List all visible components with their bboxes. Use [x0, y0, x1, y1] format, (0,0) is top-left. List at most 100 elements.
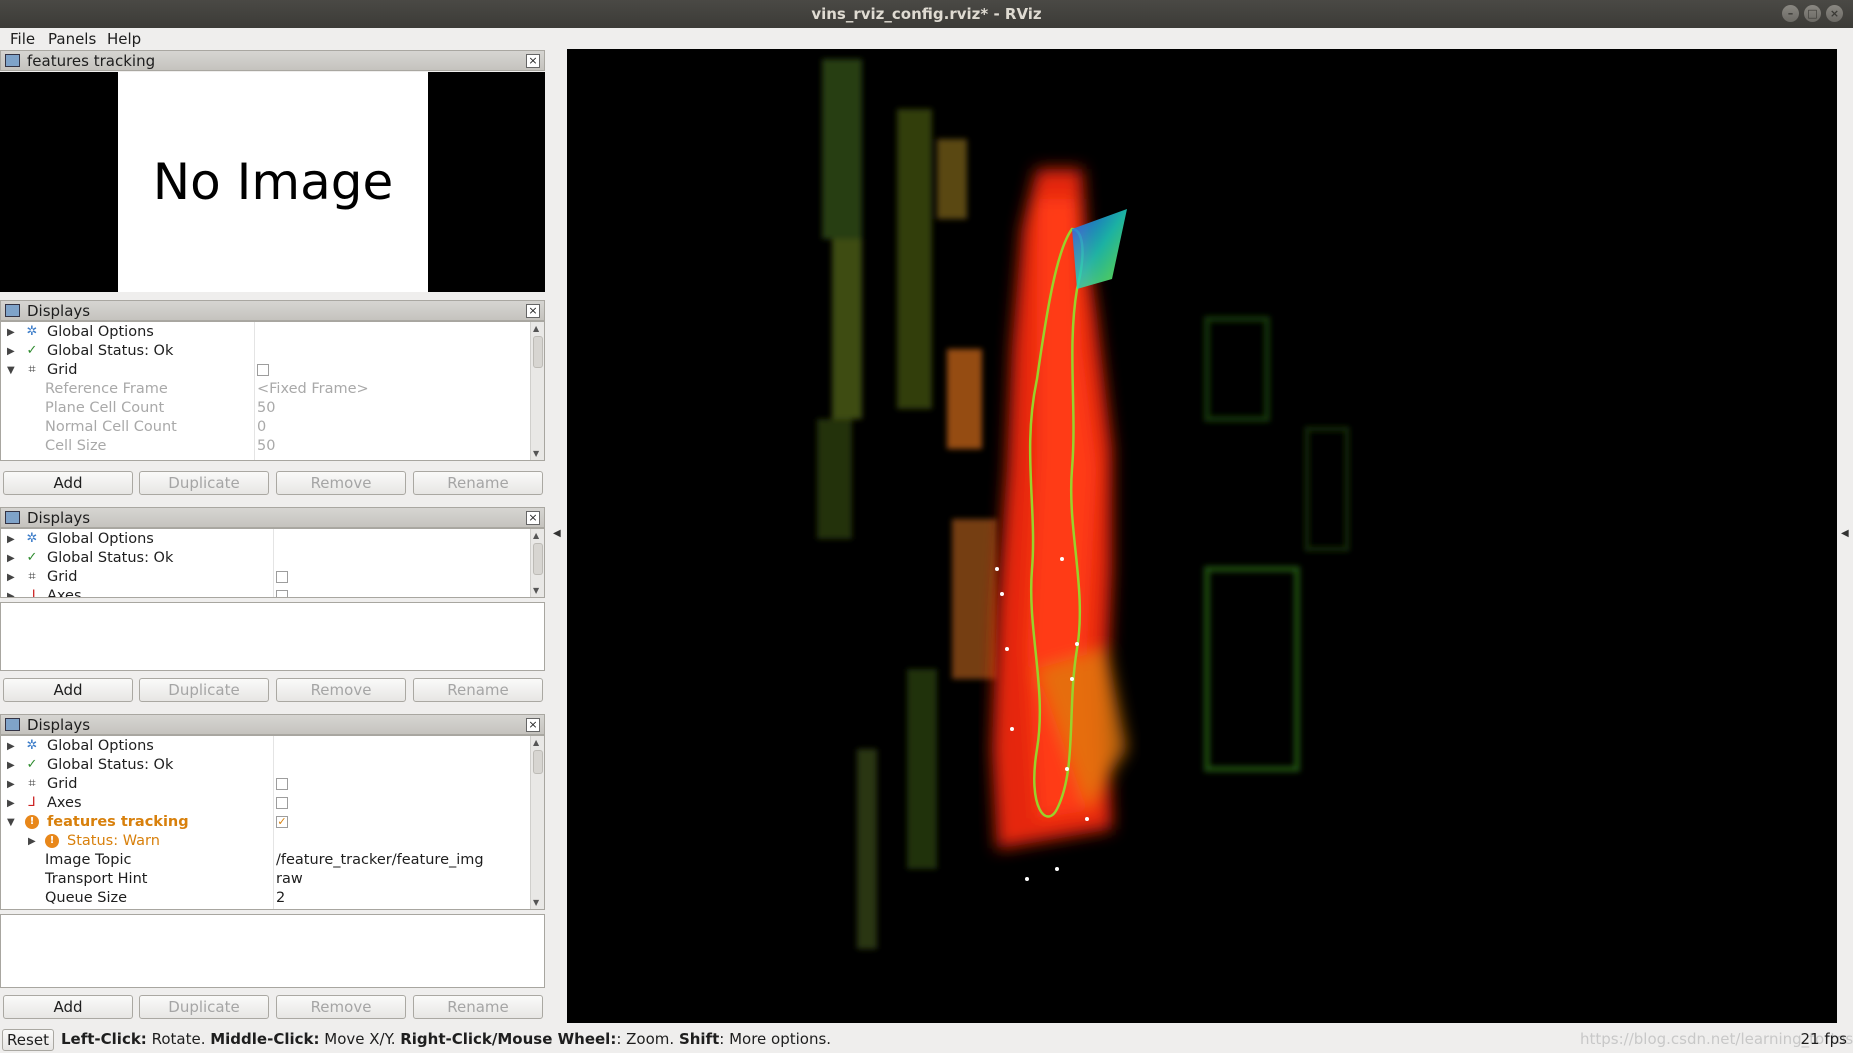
expand-arrow-icon[interactable]: ▶ [7, 530, 15, 549]
row-value[interactable]: /feature_tracker/feature_img [276, 851, 484, 870]
tree-row-axes[interactable]: ▶ ⅃ Axes [1, 587, 531, 598]
grid-enable-checkbox[interactable] [257, 364, 269, 376]
tree-scrollbar[interactable]: ▲ ▼ [530, 322, 544, 460]
displays-tree-1[interactable]: ▶ ✲ Global Options ▶ ✓ Global Status: Ok… [0, 321, 545, 461]
expand-arrow-icon[interactable]: ▶ [7, 756, 15, 775]
collapse-arrow-icon[interactable]: ▼ [7, 361, 15, 380]
expand-arrow-icon[interactable]: ▶ [7, 342, 15, 361]
displays-panel-2-titlebar[interactable]: Displays × [0, 507, 545, 528]
close-icon[interactable]: × [526, 54, 540, 68]
left-dock-collapse-handle[interactable]: ◀ [553, 528, 561, 539]
collapse-arrow-icon[interactable]: ▼ [7, 813, 15, 832]
tree-row-global-status[interactable]: ▶ ✓ Global Status: Ok [1, 756, 531, 775]
scroll-down-icon[interactable]: ▼ [533, 586, 539, 595]
tree-row-normal-cell-count[interactable]: Normal Cell Count 0 [1, 418, 531, 437]
close-icon[interactable]: × [526, 304, 540, 318]
tree-row-global-options[interactable]: ▶ ✲ Global Options [1, 737, 531, 756]
grid-enable-checkbox[interactable] [276, 571, 288, 583]
tree-row-cell-size[interactable]: Cell Size 50 [1, 437, 531, 456]
row-value[interactable]: 2 [276, 889, 285, 908]
expand-arrow-icon[interactable]: ▶ [7, 323, 15, 342]
duplicate-button[interactable]: Duplicate [139, 471, 269, 495]
tree-row-global-options[interactable]: ▶ ✲ Global Options [1, 323, 531, 342]
scroll-up-icon[interactable]: ▲ [533, 531, 539, 540]
scroll-up-icon[interactable]: ▲ [533, 324, 539, 333]
tree-row-status-warn[interactable]: ▶ ! Status: Warn [1, 832, 531, 851]
tree-row-global-status[interactable]: ▶ ✓ Global Status: Ok [1, 342, 531, 361]
menu-file[interactable]: File [10, 30, 35, 48]
tree-row-plane-cell-count[interactable]: Plane Cell Count 50 [1, 399, 531, 418]
3d-render-view[interactable] [567, 49, 1837, 1023]
rename-button[interactable]: Rename [413, 995, 543, 1019]
duplicate-button[interactable]: Duplicate [139, 995, 269, 1019]
close-icon[interactable]: × [526, 718, 540, 732]
close-icon[interactable]: × [526, 511, 540, 525]
axes-enable-checkbox[interactable] [276, 797, 288, 809]
tree-row-image-topic[interactable]: Image Topic /feature_tracker/feature_img [1, 851, 531, 870]
features-tracking-enable-checkbox[interactable]: ✓ [276, 816, 288, 828]
axes-enable-checkbox[interactable] [276, 590, 288, 597]
tree-row-global-options[interactable]: ▶ ✲ Global Options [1, 530, 531, 549]
scroll-down-icon[interactable]: ▼ [533, 898, 539, 907]
checkmark-icon: ✓ [26, 550, 38, 565]
menu-panels[interactable]: Panels [48, 30, 96, 48]
displays-panel-3-titlebar[interactable]: Displays × [0, 714, 545, 735]
minimize-icon[interactable]: – [1782, 5, 1799, 22]
menu-help[interactable]: Help [107, 30, 141, 48]
tree-row-transport-hint[interactable]: Transport Hint raw [1, 870, 531, 889]
scroll-thumb[interactable] [533, 543, 543, 575]
expand-arrow-icon[interactable]: ▶ [7, 587, 15, 597]
expand-arrow-icon[interactable]: ▶ [7, 794, 15, 813]
tree-row-grid[interactable]: ▶ ⌗ Grid [1, 568, 531, 587]
image-panel-title: features tracking [27, 52, 156, 70]
expand-arrow-icon[interactable]: ▶ [7, 737, 15, 756]
reset-button[interactable]: Reset [2, 1029, 54, 1051]
row-value[interactable]: 0 [257, 418, 266, 437]
add-button[interactable]: Add [3, 678, 133, 702]
axes-icon: ⅃ [28, 795, 36, 810]
add-button[interactable]: Add [3, 995, 133, 1019]
scroll-down-icon[interactable]: ▼ [533, 449, 539, 458]
remove-button[interactable]: Remove [276, 995, 406, 1019]
row-label: Transport Hint [45, 871, 148, 887]
row-value[interactable]: <Fixed Frame> [257, 380, 369, 399]
rename-button[interactable]: Rename [413, 471, 543, 495]
displays-panel-1-titlebar[interactable]: Displays × [0, 300, 545, 321]
scroll-thumb[interactable] [533, 750, 543, 774]
tree-scrollbar[interactable]: ▲ ▼ [530, 529, 544, 597]
tree-row-global-status[interactable]: ▶ ✓ Global Status: Ok [1, 549, 531, 568]
tree-row-grid[interactable]: ▼ ⌗ Grid [1, 361, 531, 380]
displays-tree-3[interactable]: ▶ ✲ Global Options ▶ ✓ Global Status: Ok… [0, 735, 545, 910]
checkmark-icon: ✓ [26, 757, 38, 772]
tree-row-queue-size[interactable]: Queue Size 2 [1, 889, 531, 908]
displays-tree-2[interactable]: ▶ ✲ Global Options ▶ ✓ Global Status: Ok… [0, 528, 545, 598]
tree-scrollbar[interactable]: ▲ ▼ [530, 736, 544, 909]
scroll-thumb[interactable] [533, 336, 543, 368]
duplicate-button[interactable]: Duplicate [139, 678, 269, 702]
remove-button[interactable]: Remove [276, 678, 406, 702]
maximize-icon[interactable]: □ [1804, 5, 1821, 22]
expand-arrow-icon[interactable]: ▶ [7, 568, 15, 587]
right-dock-collapse-handle[interactable]: ◀ [1841, 528, 1849, 539]
expand-arrow-icon[interactable]: ▶ [7, 549, 15, 568]
grid-enable-checkbox[interactable] [276, 778, 288, 790]
expand-arrow-icon[interactable]: ▶ [7, 775, 15, 794]
close-window-icon[interactable]: × [1826, 5, 1843, 22]
expand-arrow-icon[interactable]: ▶ [28, 832, 36, 851]
image-panel-titlebar[interactable]: features tracking × [0, 50, 545, 71]
row-label: features tracking [47, 814, 189, 830]
add-button[interactable]: Add [3, 471, 133, 495]
tree-row-features-tracking[interactable]: ▼ ! features tracking ✓ [1, 813, 531, 832]
row-label: Axes [47, 588, 82, 598]
hint-middle-click-val: Move X/Y. [319, 1030, 401, 1048]
tree-row-reference-frame[interactable]: Reference Frame <Fixed Frame> [1, 380, 531, 399]
tree-row-grid[interactable]: ▶ ⌗ Grid [1, 775, 531, 794]
scroll-up-icon[interactable]: ▲ [533, 738, 539, 747]
row-value[interactable]: 50 [257, 437, 275, 456]
row-value[interactable]: raw [276, 870, 303, 889]
tree-row-axes[interactable]: ▶ ⅃ Axes [1, 794, 531, 813]
remove-button[interactable]: Remove [276, 471, 406, 495]
row-label: Global Options [47, 324, 154, 340]
row-value[interactable]: 50 [257, 399, 275, 418]
rename-button[interactable]: Rename [413, 678, 543, 702]
